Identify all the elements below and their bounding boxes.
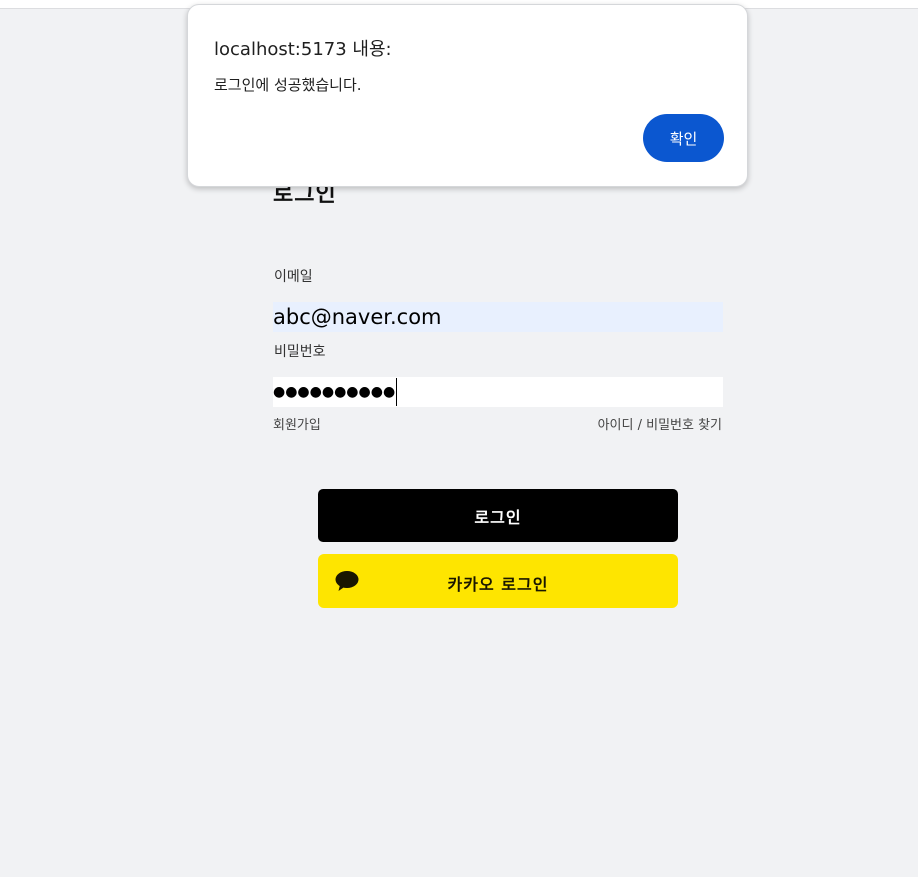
login-button[interactable]: 로그인 — [318, 489, 678, 542]
password-masked-value: ●●●●●●●●●● — [273, 384, 396, 400]
password-label: 비밀번호 — [274, 344, 326, 360]
find-account-link[interactable]: 아이디 / 비밀번호 찾기 — [598, 414, 722, 433]
kakao-login-label: 카카오 로그인 — [447, 575, 549, 594]
email-input[interactable]: abc@naver.com — [273, 302, 723, 332]
dialog-message: 로그인에 성공했습니다. — [214, 76, 362, 94]
dialog-origin-text: localhost:5173 내용: — [214, 39, 392, 60]
kakao-login-button[interactable]: 카카오 로그인 — [318, 554, 678, 608]
dialog-ok-button[interactable]: 확인 — [643, 114, 724, 162]
email-label: 이메일 — [274, 269, 313, 285]
text-caret — [396, 378, 398, 406]
signup-link[interactable]: 회원가입 — [273, 414, 321, 433]
password-input[interactable]: ●●●●●●●●●● — [273, 377, 723, 407]
alert-dialog: localhost:5173 내용: 로그인에 성공했습니다. 확인 — [187, 4, 748, 187]
